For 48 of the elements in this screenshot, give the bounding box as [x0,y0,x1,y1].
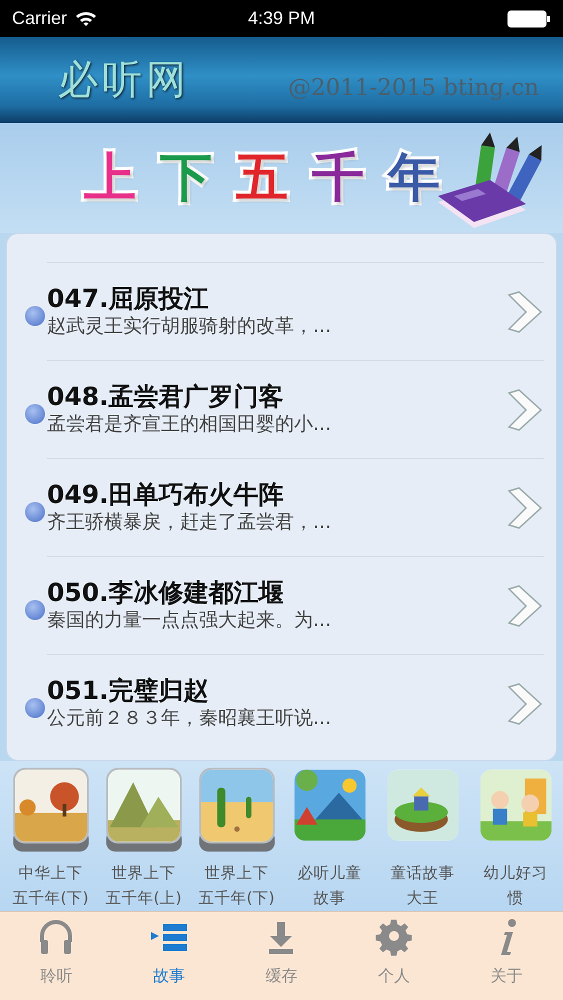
story-summary: 秦国的力量一点点强大起来。为... [47,608,332,633]
bullet-icon [25,502,45,522]
battery-icon [507,10,551,28]
bullet-icon [25,306,45,326]
title-glyph: 下 [160,147,212,210]
chevron-right-icon[interactable] [506,290,544,334]
carrier-name: Carrier [12,7,68,30]
bullet-icon [25,404,45,424]
wifi-icon [75,10,98,26]
story-summary: 孟尝君是齐宣王的相国田婴的小... [47,412,332,437]
title-glyph: 千 [312,147,364,210]
chevron-right-icon[interactable] [506,584,544,628]
chevron-right-icon[interactable] [506,486,544,530]
story-row[interactable]: 049.田单巧布火牛阵 齐王骄横暴戾，赶走了孟尝君，... [47,458,544,556]
story-title: 047.屈原投江 [47,284,210,314]
tab-button[interactable]: 聆听 [0,912,113,1000]
story-summary: 赵武灵王实行胡服骑射的改革，... [47,314,332,339]
story-title: 050.李冰修建都江堰 [47,578,285,608]
clock-time: 4:39 PM [248,7,316,30]
title-glyph: 五 [236,147,288,210]
story-title: 051.完璧归赵 [47,676,210,706]
story-row[interactable]: 047.屈原投江 赵武灵王实行胡服骑射的改革，... [47,262,544,360]
story-summary: 公元前２８３年，秦昭襄王听说... [47,706,332,731]
category-label[interactable]: 世界上下 五千年(上) [105,861,182,911]
category-label[interactable]: 童话故事 大王 [390,861,454,911]
category-label[interactable]: 中华上下 五千年(下) [12,861,89,911]
tab-button[interactable]: 关于 [450,912,563,1000]
tab-button[interactable]: 缓存 [225,912,338,1000]
tab-button[interactable]: 故事 [112,912,226,1000]
story-row[interactable]: 050.李冰修建都江堰 秦国的力量一点点强大起来。为... [47,556,544,654]
chevron-right-icon[interactable] [506,682,544,726]
title-glyph: 上 [84,147,136,210]
story-row[interactable]: 048.孟尝君广罗门客 孟尝君是齐宣王的相国田婴的小... [47,360,544,458]
story-summary: 齐王骄横暴戾，赶走了孟尝君，... [47,510,332,535]
category-label[interactable]: 必听儿童 故事 [298,861,362,911]
category-label[interactable]: 幼儿好习 惯 [484,861,548,911]
story-title: 048.孟尝君广罗门客 [47,382,285,412]
story-row[interactable]: 051.完璧归赵 公元前２８３年，秦昭襄王听说... [47,654,544,752]
chevron-right-icon[interactable] [506,388,544,432]
category-label[interactable]: 世界上下 五千年(下) [198,861,275,911]
settings-icon[interactable] [374,918,414,958]
copyright-text: @2011-2015 bting.cn [288,74,539,103]
tab-button[interactable]: 个人 [338,912,450,1000]
site-logo: 必听网 [58,56,190,105]
title-glyph: 年 [388,147,440,210]
bullet-icon [25,698,45,718]
bullet-icon [25,600,45,620]
story-title: 049.田单巧布火牛阵 [47,480,285,510]
